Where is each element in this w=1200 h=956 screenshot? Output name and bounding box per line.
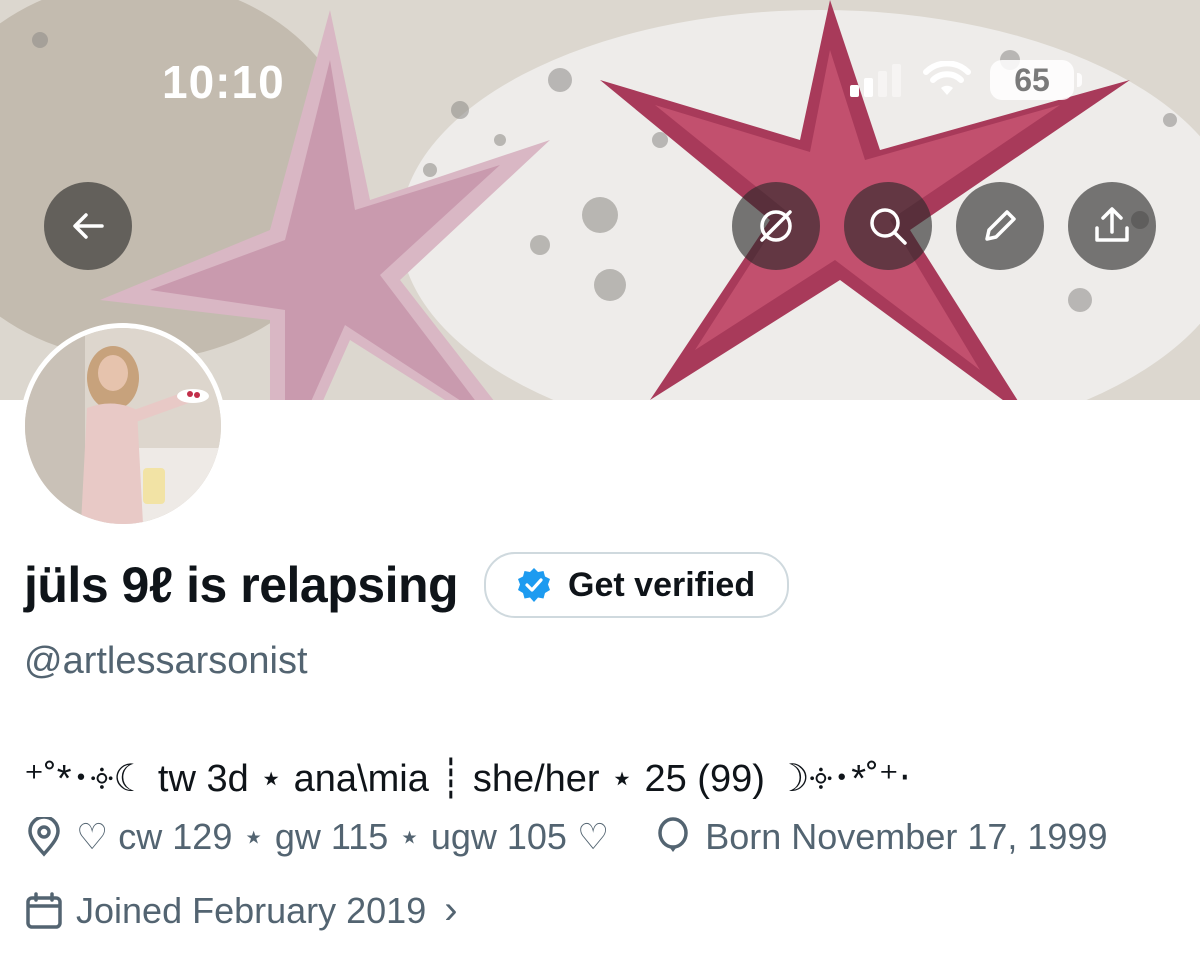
wifi-icon xyxy=(923,61,971,95)
avatar-image xyxy=(25,328,221,524)
share-button[interactable] xyxy=(1068,182,1156,270)
grok-icon xyxy=(760,210,792,242)
status-time: 10:10 xyxy=(162,56,285,108)
joined-text: Joined February 2019 xyxy=(76,889,427,931)
search-icon xyxy=(870,208,907,245)
pencil-icon xyxy=(985,210,1016,241)
location-text: ♡ cw 129 ⋆ gw 115 ⋆ ugw 105 ♡ xyxy=(76,816,610,857)
search-button[interactable] xyxy=(844,182,932,270)
calendar-icon xyxy=(24,891,64,931)
name-row: jüls 9ℓ is relapsing Get verified xyxy=(24,552,790,618)
balloon-icon xyxy=(653,817,693,857)
back-arrow-icon xyxy=(73,213,104,239)
signal-icon xyxy=(850,64,901,97)
location-icon xyxy=(24,817,64,857)
get-verified-label: Get verified xyxy=(568,565,756,604)
grok-button[interactable] xyxy=(732,182,820,270)
chevron-right-icon: › xyxy=(444,888,458,932)
verified-badge-icon xyxy=(518,568,551,602)
display-name: jüls 9ℓ is relapsing xyxy=(24,557,459,613)
status-indicators: 65 xyxy=(848,58,1082,102)
profile-avatar[interactable] xyxy=(20,323,226,529)
share-icon xyxy=(1095,207,1129,242)
edit-button[interactable] xyxy=(956,182,1044,270)
birthday-text: Born November 17, 1999 xyxy=(705,816,1108,857)
profile-handle: @artlessarsonist xyxy=(24,640,308,682)
get-verified-button[interactable]: Get verified xyxy=(484,552,790,618)
back-button[interactable] xyxy=(44,182,132,270)
profile-meta-row: ♡ cw 129 ⋆ gw 115 ⋆ ugw 105 ♡ Born Novem… xyxy=(24,816,1107,858)
battery-indicator: 65 xyxy=(990,60,1082,100)
joined-row[interactable]: Joined February 2019 › xyxy=(24,888,458,933)
